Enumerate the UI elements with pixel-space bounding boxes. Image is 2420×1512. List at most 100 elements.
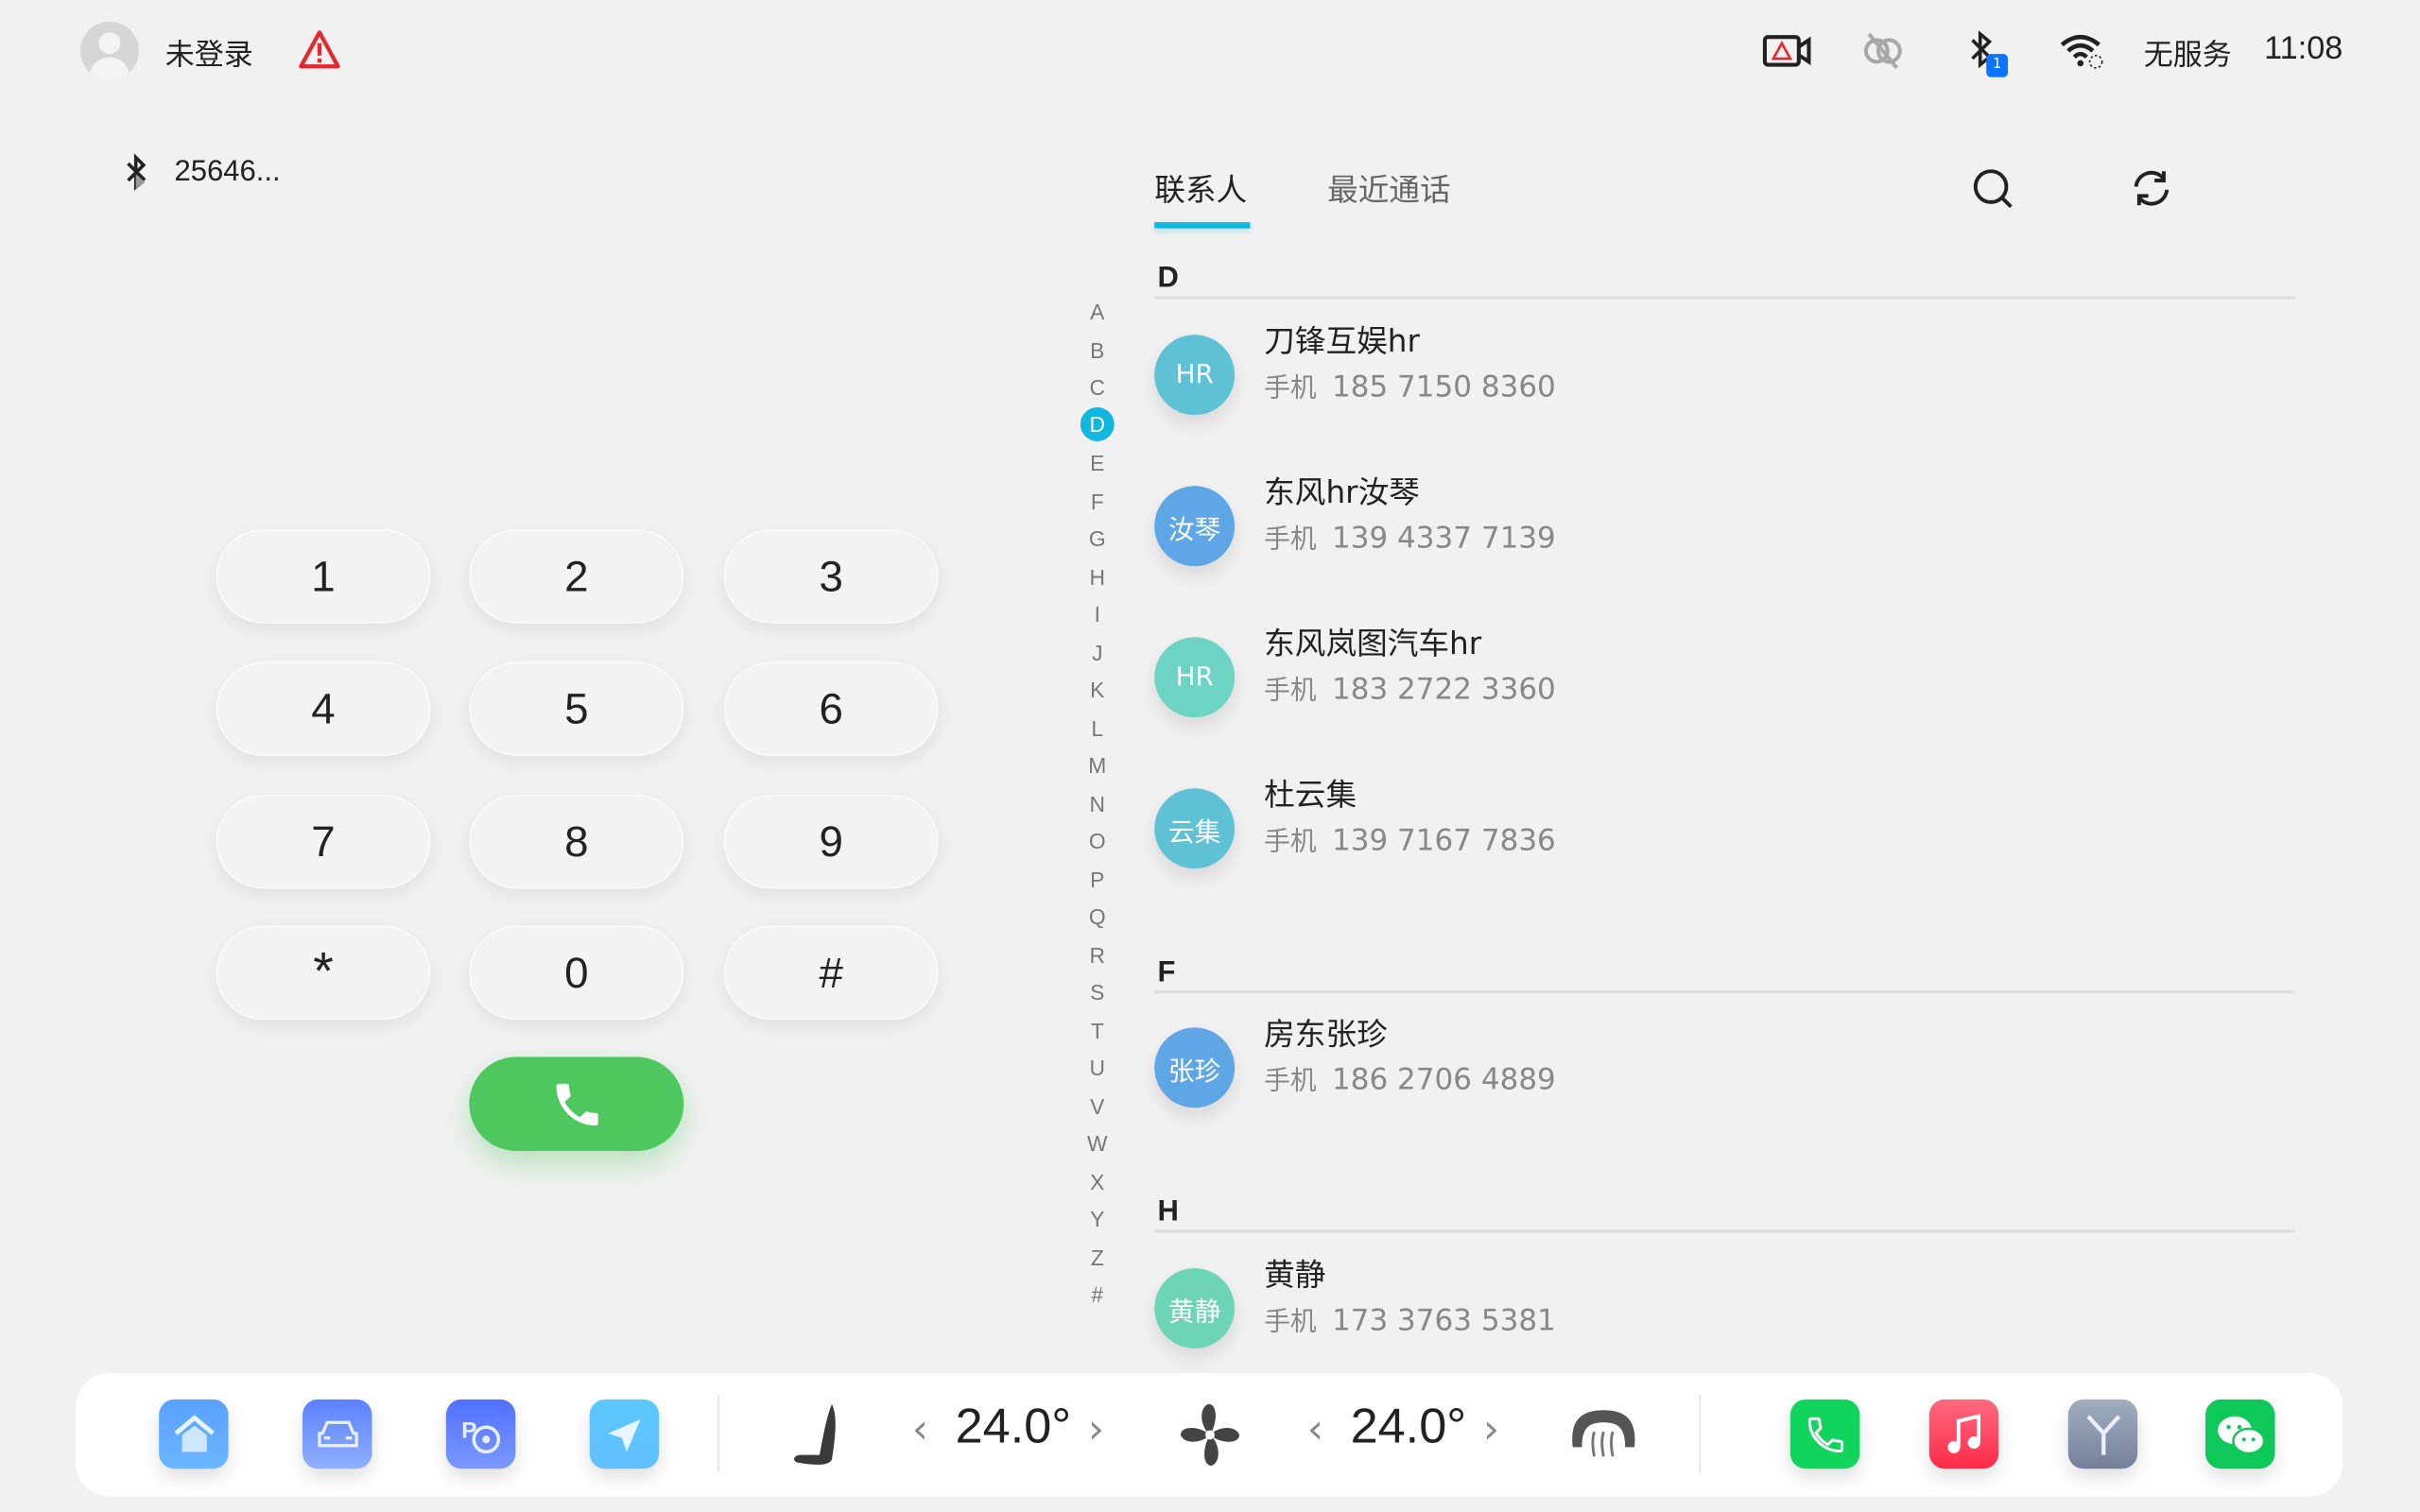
refresh-icon[interactable] (2130, 166, 2173, 210)
index-letter-q[interactable]: Q (1080, 904, 1115, 929)
right-temp-increase-button[interactable]: › (1483, 1407, 1499, 1453)
index-letter-x[interactable]: X (1080, 1169, 1115, 1194)
contact-name: 房东张珍 (1264, 1015, 1388, 1053)
contact-avatar: 黄静 (1154, 1268, 1236, 1349)
phone-app-button[interactable] (1789, 1399, 1860, 1469)
index-letter-h[interactable]: H (1080, 564, 1115, 589)
index-letter-y[interactable]: Y (1080, 1207, 1115, 1231)
key-2[interactable]: 2 (469, 528, 684, 624)
index-letter-b[interactable]: B (1080, 337, 1115, 362)
warning-icon[interactable] (298, 29, 341, 69)
section-divider (1154, 990, 2295, 994)
contact-avatar: 张珍 (1154, 1027, 1236, 1108)
section-header-f: F (1157, 956, 1176, 989)
key-0[interactable]: 0 (469, 925, 684, 1021)
phone-icon (1806, 1416, 1843, 1452)
tab-contacts[interactable]: 联系人 (1154, 165, 1251, 229)
key-1[interactable]: 1 (216, 528, 431, 624)
login-status[interactable]: 未登录 (165, 32, 253, 74)
paper-plane-icon (607, 1418, 640, 1452)
music-note-icon (1946, 1413, 1980, 1453)
brand-app-button[interactable] (2067, 1399, 2138, 1469)
index-letter-j[interactable]: J (1080, 640, 1115, 664)
key-7[interactable]: 7 (216, 794, 431, 889)
phone-type-label: 手机 (1264, 676, 1317, 707)
key-8[interactable]: 8 (469, 794, 684, 889)
index-letter-e[interactable]: E (1080, 451, 1115, 475)
index-letter-hash[interactable]: # (1080, 1282, 1115, 1307)
contact-avatar: 云集 (1154, 788, 1236, 869)
right-temperature: 24.0° (1350, 1398, 1467, 1453)
bluetooth-icon (127, 153, 147, 191)
rear-defrost-icon[interactable] (1566, 1404, 1640, 1466)
index-letter-u[interactable]: U (1080, 1056, 1115, 1080)
index-letter-s[interactable]: S (1080, 980, 1115, 1005)
left-temperature: 24.0° (955, 1398, 1072, 1453)
key-6[interactable]: 6 (723, 662, 939, 756)
fan-icon[interactable] (1178, 1400, 1243, 1469)
clock: 11:08 (2264, 30, 2343, 67)
section-divider (1154, 1229, 2295, 1233)
index-letter-a[interactable]: A (1080, 300, 1115, 324)
key-star[interactable]: * (216, 925, 431, 1021)
music-app-button[interactable] (1928, 1399, 1999, 1469)
contact-item[interactable]: HR 东风岚图汽车hr 手机 183 2722 3360 (1154, 615, 2296, 739)
bluetooth-status: 1 (1966, 29, 2010, 77)
index-letter-n[interactable]: N (1080, 791, 1115, 816)
contact-item[interactable]: 张珍 房东张珍 手机 186 2706 4889 (1154, 1005, 2296, 1129)
car-app-button[interactable] (302, 1399, 372, 1469)
index-letter-c[interactable]: C (1080, 375, 1115, 400)
left-temp-decrease-button[interactable]: ‹ (912, 1407, 928, 1453)
search-icon[interactable] (1971, 166, 2014, 210)
right-temp-decrease-button[interactable]: ‹ (1307, 1407, 1323, 1453)
index-letter-p[interactable]: P (1080, 867, 1115, 891)
user-avatar[interactable] (79, 21, 139, 80)
home-icon (173, 1414, 215, 1452)
index-letter-m[interactable]: M (1080, 753, 1115, 778)
link-off-icon (1863, 32, 1902, 70)
index-letter-k[interactable]: K (1080, 678, 1115, 702)
contact-phone: 手机 139 4337 7139 (1264, 517, 1556, 556)
contact-avatar: 汝琴 (1154, 486, 1236, 567)
contact-phone: 手机 139 7167 7836 (1264, 819, 1556, 858)
phone-type-label: 手机 (1264, 373, 1317, 404)
contact-item[interactable]: HR 刀锋互娱hr 手机 185 7150 8360 (1154, 313, 2296, 437)
key-3[interactable]: 3 (723, 528, 939, 624)
index-letter-i[interactable]: I (1080, 602, 1115, 627)
section-header-h: H (1157, 1195, 1179, 1228)
index-letter-d[interactable]: D (1080, 407, 1115, 441)
key-9[interactable]: 9 (723, 794, 939, 889)
index-letter-z[interactable]: Z (1080, 1245, 1115, 1269)
phone-number: 139 7167 7836 (1331, 823, 1556, 858)
section-divider (1154, 296, 2295, 300)
navigation-app-button[interactable] (589, 1399, 660, 1469)
index-letter-f[interactable]: F (1080, 489, 1115, 513)
key-5[interactable]: 5 (469, 662, 684, 756)
key-4[interactable]: 4 (216, 662, 431, 756)
left-temp-increase-button[interactable]: › (1088, 1407, 1104, 1453)
phone-number: 173 3763 5381 (1331, 1303, 1556, 1338)
home-app-button[interactable] (159, 1399, 229, 1469)
tab-recent-calls[interactable]: 最近通话 (1327, 165, 1451, 210)
seat-heating-icon[interactable] (786, 1400, 847, 1469)
brand-logo-icon (2085, 1414, 2120, 1454)
key-hash[interactable]: # (723, 925, 939, 1021)
index-letter-g[interactable]: G (1080, 526, 1115, 551)
contact-item[interactable]: 云集 杜云集 手机 139 7167 7836 (1154, 766, 2296, 890)
index-letter-w[interactable]: W (1080, 1131, 1115, 1156)
contact-item[interactable]: 汝琴 东风hr汝琴 手机 139 4337 7139 (1154, 464, 2296, 588)
wechat-app-button[interactable] (2205, 1399, 2275, 1469)
index-letter-r[interactable]: R (1080, 942, 1115, 967)
wechat-icon (2217, 1415, 2265, 1454)
wifi-icon (2060, 34, 2103, 69)
index-letter-v[interactable]: V (1080, 1093, 1115, 1118)
driving-app-button[interactable]: P (445, 1399, 516, 1469)
index-letter-o[interactable]: O (1080, 829, 1115, 853)
call-button[interactable] (469, 1057, 684, 1151)
phone-number: 186 2706 4889 (1331, 1062, 1556, 1097)
index-letter-t[interactable]: T (1080, 1018, 1115, 1042)
phone-type-label: 手机 (1264, 1306, 1317, 1338)
contact-item[interactable]: 黄静 黄静 手机 173 3763 5381 (1154, 1246, 2296, 1370)
index-letter-l[interactable]: L (1080, 715, 1115, 740)
car-icon (317, 1419, 357, 1447)
